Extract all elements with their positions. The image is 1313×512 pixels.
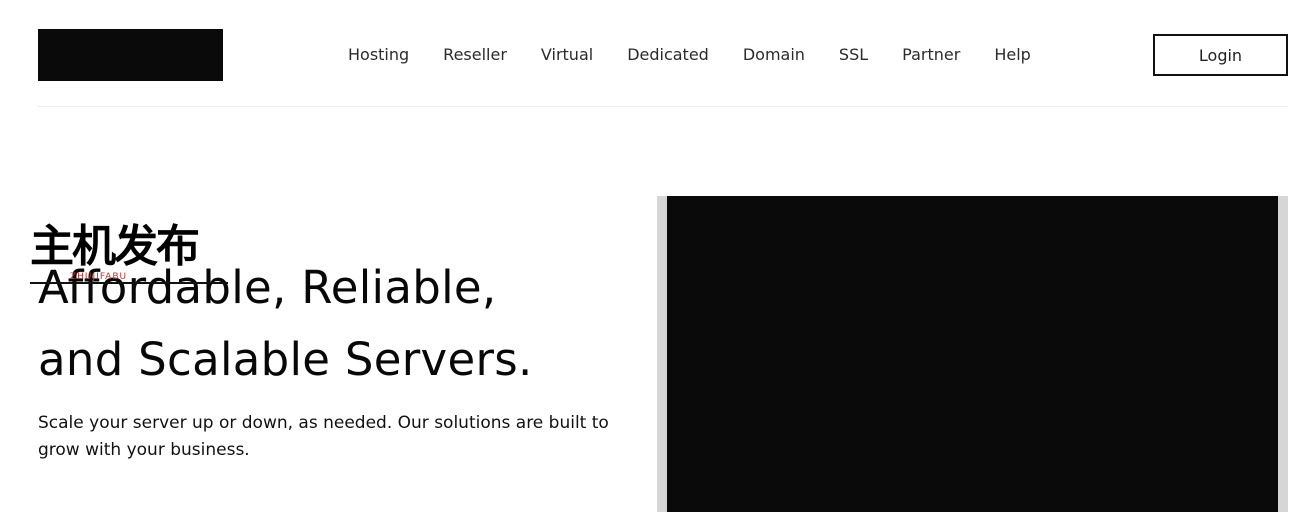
nav-item-virtual[interactable]: Virtual	[541, 44, 593, 66]
site-logo[interactable]	[38, 29, 223, 81]
hero-headline-line1: Affordable, Reliable,	[38, 261, 497, 314]
login-button[interactable]: Login	[1153, 34, 1288, 76]
nav-item-hosting[interactable]: Hosting	[348, 44, 409, 66]
nav-item-dedicated[interactable]: Dedicated	[627, 44, 709, 66]
page: Hosting Reseller Virtual Dedicated Domai…	[0, 0, 1313, 512]
hero-headline: Affordable, Reliable, and Scalable Serve…	[38, 252, 618, 396]
hero-media	[667, 196, 1278, 512]
nav-item-reseller[interactable]: Reseller	[443, 44, 507, 66]
hero-headline-line2: and Scalable Servers.	[38, 333, 533, 386]
header-divider	[38, 106, 1288, 107]
nav-item-ssl[interactable]: SSL	[839, 44, 868, 66]
hero-subtitle: Scale your server up or down, as needed.…	[38, 413, 609, 460]
nav-item-domain[interactable]: Domain	[743, 44, 805, 66]
nav-item-partner[interactable]: Partner	[902, 44, 960, 66]
hero-media-frame	[657, 196, 1288, 512]
main-nav: Hosting Reseller Virtual Dedicated Domai…	[348, 44, 1065, 66]
nav-item-help[interactable]: Help	[994, 44, 1030, 66]
